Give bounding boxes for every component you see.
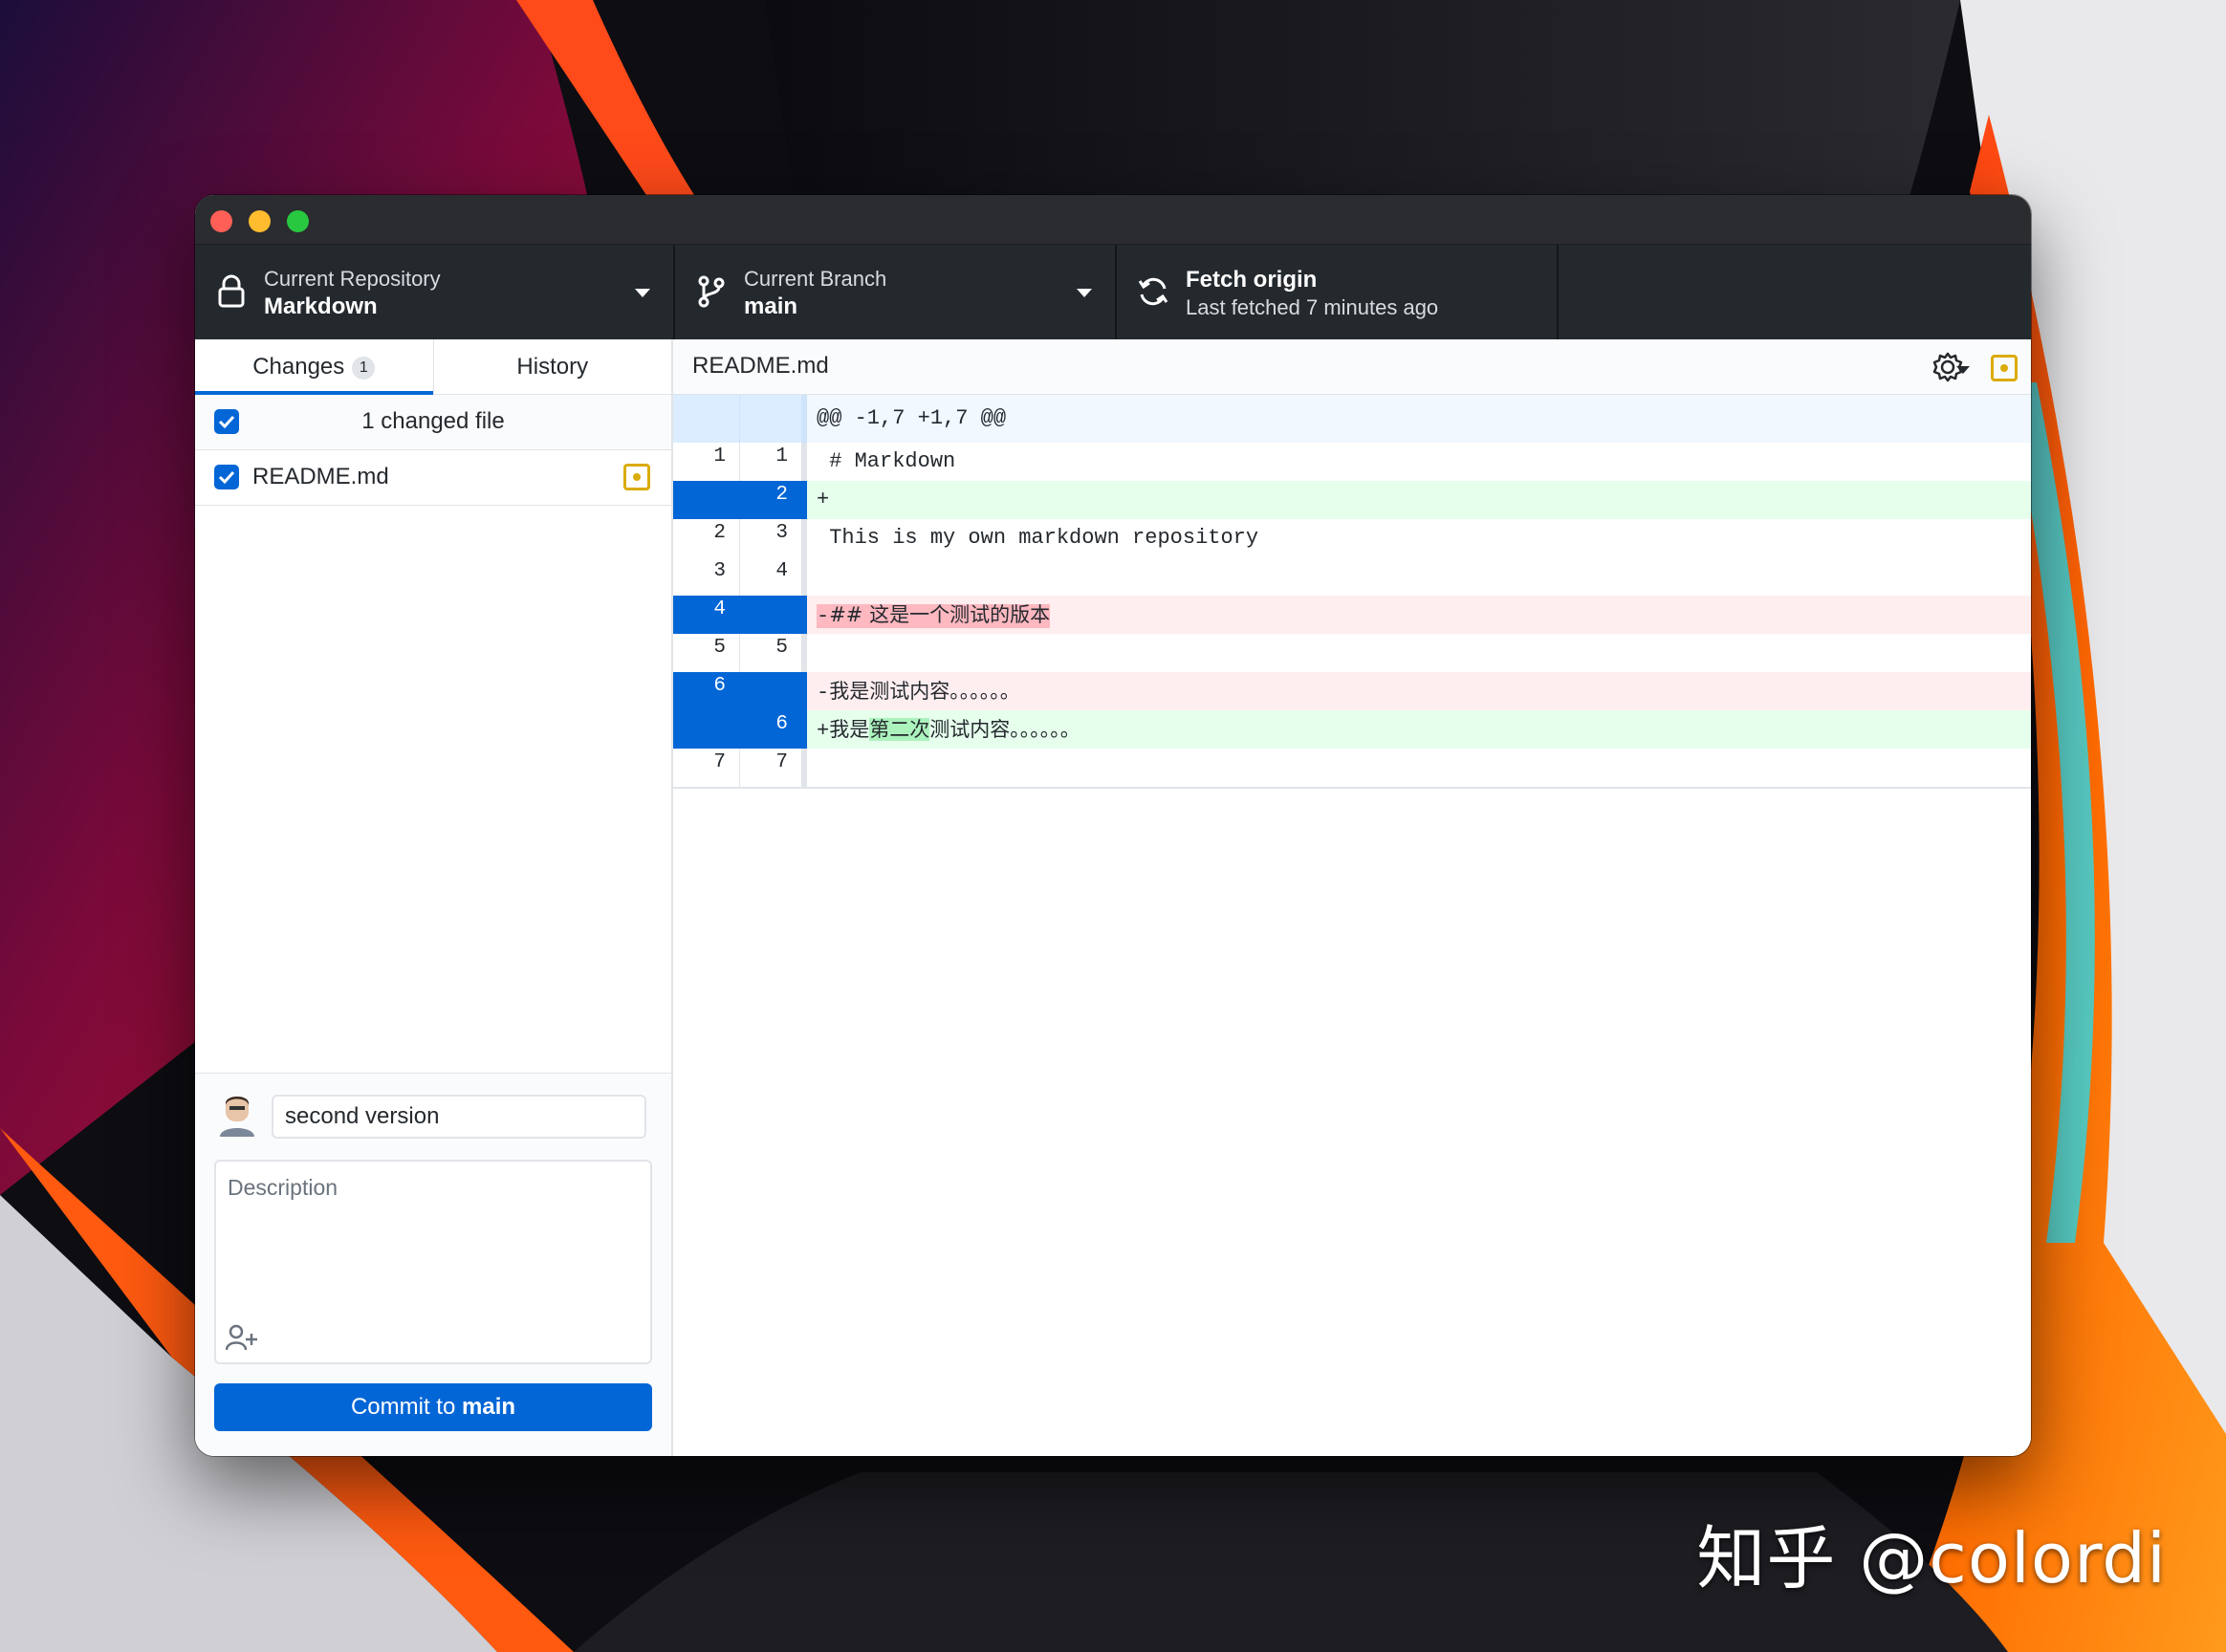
diff-hunk-header[interactable]: @@ -1,7 +1,7 @@: [673, 395, 2031, 443]
branch-label: Current Branch: [744, 267, 887, 291]
tab-changes[interactable]: Changes 1: [195, 339, 434, 395]
changed-files-header: 1 changed file: [195, 395, 671, 450]
new-line-number: [740, 596, 807, 634]
repository-label: Current Repository: [264, 267, 441, 291]
diff-line-text: [807, 749, 2031, 787]
diff-line-deleted[interactable]: 6 -我是测试内容。。。。。。: [673, 672, 2031, 710]
changes-sidebar: Changes 1 History 1 changed file README.m…: [195, 339, 673, 1456]
new-line-number: 4: [740, 557, 807, 596]
description-placeholder: Description: [228, 1175, 338, 1200]
diff-body: @@ -1,7 +1,7 @@ 1 1 # Markdown 2 + 2 3 T…: [673, 395, 2031, 789]
current-repository-dropdown[interactable]: Current Repository Markdown: [195, 245, 675, 339]
diff-line-text: [807, 557, 2031, 596]
changed-file-name: README.md: [252, 464, 389, 489]
old-line-number: 3: [673, 557, 740, 596]
sync-icon: [1138, 277, 1168, 306]
diff-line-added[interactable]: 2 +: [673, 481, 2031, 519]
old-line-number: 1: [673, 443, 740, 481]
lock-icon: [218, 274, 245, 308]
modified-file-icon: [623, 464, 650, 490]
diff-line-text: -## 这是一个测试的版本: [807, 596, 2031, 634]
commit-button-prefix: Commit to: [350, 1394, 456, 1420]
changed-file-row[interactable]: README.md: [195, 450, 671, 506]
branch-name: main: [744, 293, 798, 319]
diff-line-text: +我是第二次测试内容。。。。。。: [807, 710, 2031, 749]
line-prefix: -: [817, 604, 830, 628]
commit-form: second version Description Commit to mai…: [195, 1073, 671, 1456]
tab-changes-label: Changes: [252, 354, 345, 380]
diff-line[interactable]: 7 7: [673, 749, 2031, 787]
diff-end-divider: [673, 787, 2031, 789]
changes-count-badge: 1: [352, 357, 376, 380]
changed-files-count: 1 changed file: [361, 408, 505, 434]
line-content-highlight: 第二次: [869, 718, 930, 741]
old-line-number: 2: [673, 519, 740, 557]
old-line-number: 6: [673, 672, 740, 710]
diff-header: README.md: [673, 339, 2031, 395]
repository-name: Markdown: [264, 293, 378, 319]
old-line-number: [673, 710, 740, 749]
diff-line-text: # Markdown: [817, 449, 956, 473]
new-line-number: 1: [740, 443, 807, 481]
sidebar-tabs: Changes 1 History: [195, 339, 671, 395]
old-line-number: 5: [673, 634, 740, 672]
line-content-before: 我是: [829, 718, 870, 741]
diff-line-text: +: [807, 481, 2031, 519]
commit-description-input[interactable]: Description: [214, 1160, 652, 1364]
diff-line[interactable]: 5 5: [673, 634, 2031, 672]
old-line-number: 7: [673, 749, 740, 787]
diff-line-text: [807, 634, 2031, 672]
old-line-number: [673, 481, 740, 519]
hunk-header-text: @@ -1,7 +1,7 @@: [807, 395, 2031, 443]
diff-view: README.md @@ -1,7 +1,7 @@ 1 1 # Markdown…: [673, 339, 2031, 1456]
new-line-number: 2: [740, 481, 807, 519]
toolbar: Current Repository Markdown Current Bran…: [195, 245, 2031, 339]
line-prefix: -: [817, 681, 830, 705]
modified-file-icon: [1991, 355, 2018, 381]
close-window-button[interactable]: [210, 210, 232, 232]
diff-file-name: README.md: [692, 353, 829, 379]
checkmark-icon: [218, 470, 235, 485]
new-line-number: 5: [740, 634, 807, 672]
diff-line-added[interactable]: 6 +我是第二次测试内容。。。。。。: [673, 710, 2031, 749]
github-desktop-window: Current Repository Markdown Current Bran…: [195, 195, 2031, 1456]
commit-button-branch: main: [462, 1394, 516, 1420]
new-line-number: 7: [740, 749, 807, 787]
title-bar: [195, 195, 2031, 245]
chevron-down-icon: [1077, 289, 1092, 297]
minimize-window-button[interactable]: [249, 210, 271, 232]
maximize-window-button[interactable]: [287, 210, 309, 232]
watermark-text: 知乎 @colordi: [1696, 1518, 2167, 1598]
branch-icon: [698, 275, 725, 308]
new-line-number: 6: [740, 710, 807, 749]
new-line-number: 3: [740, 519, 807, 557]
diff-line-text: -我是测试内容。。。。。。: [807, 672, 2031, 710]
commit-button[interactable]: Commit to main: [214, 1383, 652, 1431]
diff-line[interactable]: 1 1 # Markdown: [673, 443, 2031, 481]
diff-line-deleted[interactable]: 4 -## 这是一个测试的版本: [673, 596, 2031, 634]
file-include-checkbox[interactable]: [214, 465, 239, 489]
line-prefix: +: [817, 719, 830, 743]
commit-summary-input[interactable]: second version: [272, 1095, 646, 1139]
last-fetched-text: Last fetched 7 minutes ago: [1186, 295, 1439, 319]
old-line-number: 4: [673, 596, 740, 634]
line-content: ## 这是一个测试的版本: [829, 603, 1051, 626]
chevron-down-icon: [635, 289, 650, 297]
main-content: Changes 1 History 1 changed file README.m…: [195, 339, 2031, 1456]
chevron-down-icon[interactable]: [1956, 366, 1970, 374]
current-branch-dropdown[interactable]: Current Branch main: [675, 245, 1117, 339]
diff-line[interactable]: 2 3 This is my own markdown repository: [673, 519, 2031, 557]
new-line-number: [740, 672, 807, 710]
diff-line[interactable]: 3 4: [673, 557, 2031, 596]
fetch-origin-button[interactable]: Fetch origin Last fetched 7 minutes ago: [1117, 245, 1559, 339]
diff-line-text: This is my own markdown repository: [817, 526, 1259, 550]
add-coauthor-icon[interactable]: [226, 1324, 260, 1351]
fetch-origin-label: Fetch origin: [1186, 267, 1318, 293]
avatar-icon: [220, 1097, 254, 1137]
line-content: 我是测试内容。。。。。。: [829, 680, 1020, 703]
tab-history[interactable]: History: [434, 339, 672, 394]
line-content-after: 测试内容。。。。。。: [929, 718, 1080, 741]
